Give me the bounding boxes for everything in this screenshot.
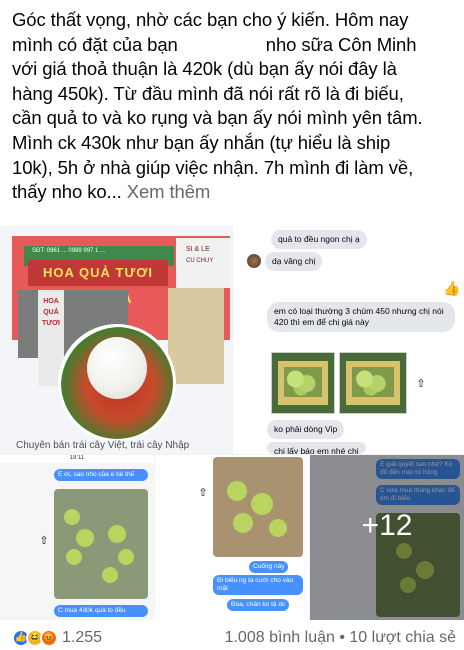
photo-tile-shop[interactable]: SĐT: 0961 ... 0989 997 1 ... SI & LE CU … [0, 226, 232, 454]
post-footer: 👍 😆 😡 1.255 1.008 bình luận • 10 lượt ch… [0, 620, 464, 650]
stats-separator: • [334, 629, 350, 646]
grape [233, 513, 253, 533]
post-text: Góc thất vọng, nhờ các bạn cho ý kiến. H… [12, 8, 458, 205]
comments-count-link[interactable]: 1.008 bình luận [225, 629, 335, 646]
post-line: mình có đặt của bạn nho sữa Côn Minh [12, 33, 458, 58]
chat-bubble: Cuống này [249, 561, 289, 573]
shop-sign-title: HOA QUẢ TƯƠI ĐÔN MÙA [28, 260, 168, 306]
chat-bubble: dạ vâng chị [265, 252, 323, 271]
chat-bubble: quả to đều ngon chị ạ [271, 230, 367, 249]
share-icon[interactable]: ⇧ [413, 376, 429, 392]
grape [66, 549, 82, 565]
post-line: 10k), 5h ở nhà giúp việc nhận. 7h mình đ… [12, 156, 414, 178]
angry-reaction-icon: 😡 [40, 629, 58, 647]
shop-shelf [168, 288, 224, 384]
post-line-part: thấy nho ko... [12, 181, 122, 203]
grape [269, 519, 287, 537]
post-line: cần quả to và ko rụng và bạn ấy nói mình… [12, 107, 423, 129]
photo-tile-chat-bottom-mid[interactable]: ⇧ Cuống này Đi biếu ng ta cười cho vào m… [155, 455, 309, 620]
grape [76, 529, 94, 547]
see-more-link[interactable]: Xem thêm [127, 181, 211, 202]
chat-bubble: ko phải dòng Vip [267, 420, 345, 439]
reaction-count[interactable]: 1.255 [62, 629, 102, 647]
chat-time: 19:11 [0, 455, 154, 463]
grape [108, 525, 126, 543]
photo-tile-chat-bottom-left[interactable]: 19:11 E ơi, sao nho của e bé thế ⇧ C mua… [0, 455, 154, 620]
shares-count-link[interactable]: 10 lượt chia sẻ [349, 629, 456, 646]
rambutan-photo [58, 324, 176, 442]
post-line: thấy nho ko... Xem thêm [12, 180, 458, 205]
post-line: Góc thất vọng, nhờ các bạn cho ý kiến. H… [12, 9, 409, 30]
photo-tile-more[interactable]: E giải quyết sao nhé? Ko để đến mai nó h… [310, 455, 464, 620]
chat-bubble: Đi biếu ng ta cười cho vào mặt [213, 575, 303, 595]
shop-sign-small-text: CU CHUY [186, 258, 214, 264]
fruit-box-photo [339, 352, 407, 414]
share-icon[interactable]: ⇧ [195, 485, 211, 501]
shop-sign-small-text: SI & LE [186, 246, 210, 253]
photo-tile-chat-top[interactable]: quả to đều ngon chị ạ dạ vâng chị 👍 em c… [233, 226, 464, 454]
grape [118, 549, 134, 565]
fruit-box-photo [271, 352, 335, 414]
chat-bubble: em có loại thường 3 chùm 450 nhưng chị n… [267, 302, 455, 332]
chat-avatar [247, 254, 261, 268]
grapes [284, 367, 322, 397]
grape [64, 509, 80, 525]
post-line: với giá thoả thuận là 420k (dù bạn ấy nó… [12, 58, 397, 80]
post-line-part: nho sữa Côn Minh [265, 33, 417, 55]
share-icon[interactable]: ⇧ [36, 533, 52, 549]
photo-grid: SĐT: 0961 ... 0989 997 1 ... SI & LE CU … [0, 226, 464, 620]
grape [227, 481, 247, 501]
more-photos-count[interactable]: +12 [310, 509, 464, 543]
chat-bubble: E ơi, sao nho của e bé thế [54, 469, 148, 481]
grape [251, 493, 273, 515]
post-line-part: mình có đặt của bạn [12, 33, 178, 55]
chat-bubble: Đùa, chán ko tả dc [227, 599, 290, 611]
post-line: hàng 450k). Từ đầu mình đã nói rất rõ là… [12, 82, 404, 104]
shop-phone-text: SĐT: 0961 ... 0989 997 1 ... [32, 248, 106, 254]
post-stats: 1.008 bình luận • 10 lượt chia sẻ [225, 629, 456, 647]
chat-bubble: C mua 430k quả to đều [54, 605, 148, 617]
rambutan-flesh [87, 337, 147, 399]
shop-caption: Chuyên bán trái cây Việt, trái cây Nhập [16, 440, 190, 451]
grape-bag-photo [213, 457, 303, 557]
chat-bubble: chị lấy báo em nhé chị [267, 442, 366, 454]
grape-bag-photo [54, 489, 148, 599]
shop-pillar-text: HOA QUẢ TƯƠI [42, 298, 60, 327]
grapes [352, 367, 394, 397]
post-line: Mình ck 430k như bạn ấy nhắn (tự hiểu là… [12, 131, 391, 153]
thumbs-up-icon: 👍 [443, 280, 461, 296]
grape [102, 567, 118, 583]
